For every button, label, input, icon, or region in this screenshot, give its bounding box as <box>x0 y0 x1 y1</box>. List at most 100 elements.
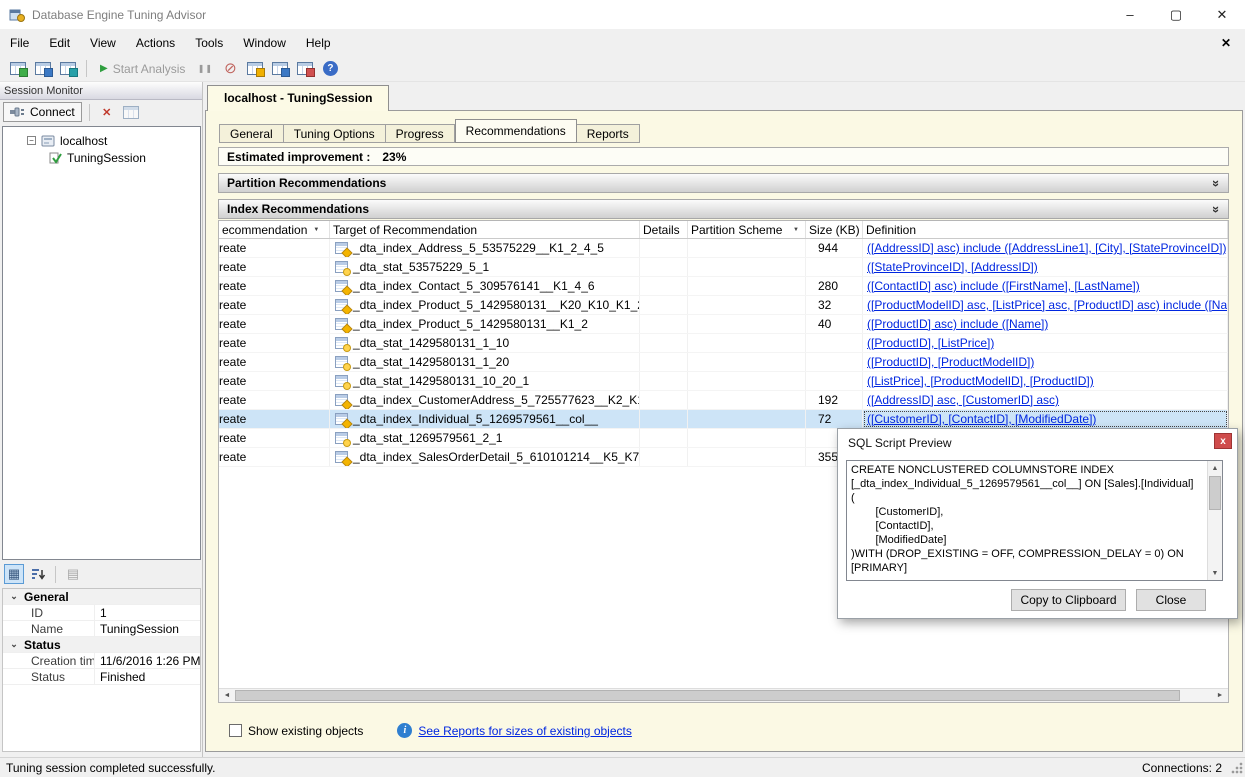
scroll-right-icon[interactable]: ► <box>1212 689 1228 702</box>
collapse-chevron-icon[interactable]: » <box>1209 205 1224 212</box>
minimize-button[interactable]: – <box>1107 0 1153 29</box>
apply-recommendations-icon[interactable] <box>245 59 265 79</box>
row-definition-link[interactable]: ([StateProvinceID], [AddressID]) <box>863 260 1038 274</box>
document-close-icon[interactable]: ✕ <box>1221 36 1231 50</box>
alphabetical-sort-icon[interactable] <box>28 564 48 584</box>
row-size: 192 <box>818 393 838 407</box>
scroll-up-icon[interactable]: ▲ <box>1208 461 1222 475</box>
vertical-scrollbar[interactable]: ▲ ▼ <box>1207 461 1222 580</box>
row-definition-link[interactable]: ([ProductID], [ListPrice]) <box>863 336 994 350</box>
scroll-left-icon[interactable]: ◄ <box>219 689 235 702</box>
row-definition-link[interactable]: ([ProductModelID] asc, [ListPrice] asc, … <box>863 298 1227 312</box>
tree-node-localhost[interactable]: − localhost <box>3 132 200 149</box>
close-dialog-button[interactable]: Close <box>1136 589 1206 611</box>
collapse-expander-icon[interactable]: − <box>27 136 36 145</box>
delete-session-icon[interactable]: ✕ <box>97 102 117 122</box>
dialog-title: SQL Script Preview <box>848 436 952 450</box>
scroll-down-icon[interactable]: ▼ <box>1208 566 1222 580</box>
categorized-view-icon[interactable]: ▦ <box>4 564 24 584</box>
index-recommendations-header[interactable]: Index Recommendations » <box>218 199 1229 219</box>
copy-to-clipboard-button[interactable]: Copy to Clipboard <box>1011 589 1126 611</box>
menu-view[interactable]: View <box>80 30 126 56</box>
row-definition-link[interactable]: ([CustomerID], [ContactID], [ModifiedDat… <box>863 412 1096 426</box>
menu-actions[interactable]: Actions <box>126 30 185 56</box>
table-row[interactable]: reate _dta_stat_1429580131_10_20_1 ([Lis… <box>219 372 1228 391</box>
start-analysis-button[interactable]: ▶ Start Analysis <box>95 62 190 76</box>
property-row-creation-time[interactable]: Creation time 11/6/2016 1:26 PM <box>3 653 200 669</box>
menu-window[interactable]: Window <box>233 30 296 56</box>
row-target-label: _dta_index_SalesOrderDetail_5_610101214_… <box>353 450 640 464</box>
row-definition-link[interactable]: ([AddressID] asc, [CustomerID] asc) <box>863 393 1059 407</box>
column-header-details[interactable]: Details <box>640 221 688 238</box>
filter-dropdown-icon[interactable]: ▼ <box>793 227 799 233</box>
tab-general[interactable]: General <box>219 124 284 143</box>
document-tab[interactable]: localhost - TuningSession <box>207 85 389 111</box>
property-pages-icon[interactable]: ▤ <box>63 564 83 584</box>
see-reports-link[interactable]: See Reports for sizes of existing object… <box>418 724 631 738</box>
horizontal-scrollbar[interactable]: ◄ ► <box>219 688 1228 702</box>
resize-grip[interactable] <box>1230 761 1243 774</box>
menu-file[interactable]: File <box>0 30 39 56</box>
menu-help[interactable]: Help <box>296 30 341 56</box>
tab-recommendations[interactable]: Recommendations <box>455 119 577 143</box>
row-partition-scheme-cell <box>688 315 806 333</box>
table-row[interactable]: reate _dta_index_Contact_5_309576141__K1… <box>219 277 1228 296</box>
row-action: reate <box>219 279 246 293</box>
scrollbar-thumb[interactable] <box>1209 476 1221 510</box>
property-category-general[interactable]: ⌄ General <box>3 589 200 605</box>
column-header-recommendation[interactable]: ecommendation ▼ <box>219 221 330 238</box>
property-value: 11/6/2016 1:26 PM <box>95 654 200 668</box>
evaluate-recommendations-icon[interactable] <box>295 59 315 79</box>
pause-analysis-icon[interactable]: ❚❚ <box>195 59 215 79</box>
refresh-session-icon[interactable] <box>121 102 141 122</box>
export-session-icon[interactable] <box>270 59 290 79</box>
table-row[interactable]: reate _dta_index_Individual_5_1269579561… <box>219 410 1228 429</box>
table-row[interactable]: reate _dta_stat_1429580131_1_20 ([Produc… <box>219 353 1228 372</box>
menu-edit[interactable]: Edit <box>39 30 80 56</box>
column-header-definition[interactable]: Definition <box>863 221 1228 238</box>
column-header-partition-scheme[interactable]: Partition Scheme ▼ <box>688 221 806 238</box>
table-row[interactable]: reate _dta_index_CustomerAddress_5_72557… <box>219 391 1228 410</box>
table-row[interactable]: reate _dta_index_Product_5_1429580131__K… <box>219 296 1228 315</box>
row-size: 32 <box>818 298 831 312</box>
dialog-close-button[interactable]: x <box>1214 433 1232 449</box>
tab-reports[interactable]: Reports <box>577 124 640 143</box>
import-workload-icon[interactable] <box>58 59 78 79</box>
property-row-name[interactable]: Name TuningSession <box>3 621 200 637</box>
maximize-button[interactable]: ▢ <box>1153 0 1199 29</box>
row-definition-link[interactable]: ([ProductID], [ProductModelID]) <box>863 355 1034 369</box>
column-header-target[interactable]: Target of Recommendation <box>330 221 640 238</box>
open-session-icon[interactable] <box>33 59 53 79</box>
partition-recommendations-header[interactable]: Partition Recommendations » <box>218 173 1229 193</box>
table-row[interactable]: reate _dta_stat_53575229_5_1 ([StateProv… <box>219 258 1228 277</box>
tree-node-label: localhost <box>60 134 107 148</box>
table-row[interactable]: reate _dta_index_Product_5_1429580131__K… <box>219 315 1228 334</box>
row-definition-link[interactable]: ([ContactID] asc) include ([FirstName], … <box>863 279 1140 293</box>
table-row[interactable]: reate _dta_stat_1429580131_1_10 ([Produc… <box>219 334 1228 353</box>
row-definition-link[interactable]: ([AddressID] asc) include ([AddressLine1… <box>863 241 1226 255</box>
tab-progress[interactable]: Progress <box>386 124 455 143</box>
column-label: Target of Recommendation <box>333 223 477 237</box>
tab-tuning-options[interactable]: Tuning Options <box>284 124 386 143</box>
column-header-size[interactable]: Size (KB) <box>806 221 863 238</box>
filter-dropdown-icon[interactable]: ▼ <box>313 227 319 233</box>
connect-button[interactable]: Connect <box>3 102 82 122</box>
menu-tools[interactable]: Tools <box>185 30 233 56</box>
property-row-id[interactable]: ID 1 <box>3 605 200 621</box>
stop-analysis-icon[interactable]: ⊘ <box>220 59 240 79</box>
row-definition-link[interactable]: ([ProductID] asc) include ([Name]) <box>863 317 1048 331</box>
show-existing-objects-checkbox[interactable] <box>229 724 242 737</box>
collapse-chevron-icon[interactable]: » <box>1209 179 1224 186</box>
help-icon[interactable]: ? <box>320 59 340 79</box>
scrollbar-thumb[interactable] <box>235 690 1180 701</box>
property-category-status[interactable]: ⌄ Status <box>3 637 200 653</box>
row-partition-scheme-cell <box>688 410 806 428</box>
table-row[interactable]: reate _dta_index_Address_5_53575229__K1_… <box>219 239 1228 258</box>
row-details-cell <box>640 372 688 390</box>
property-row-status[interactable]: Status Finished <box>3 669 200 685</box>
tree-node-tuning-session[interactable]: TuningSession <box>3 149 200 166</box>
toolbar-separator <box>86 60 87 77</box>
close-button[interactable]: ✕ <box>1199 0 1245 29</box>
row-definition-link[interactable]: ([ListPrice], [ProductModelID], [Product… <box>863 374 1094 388</box>
new-session-icon[interactable] <box>8 59 28 79</box>
